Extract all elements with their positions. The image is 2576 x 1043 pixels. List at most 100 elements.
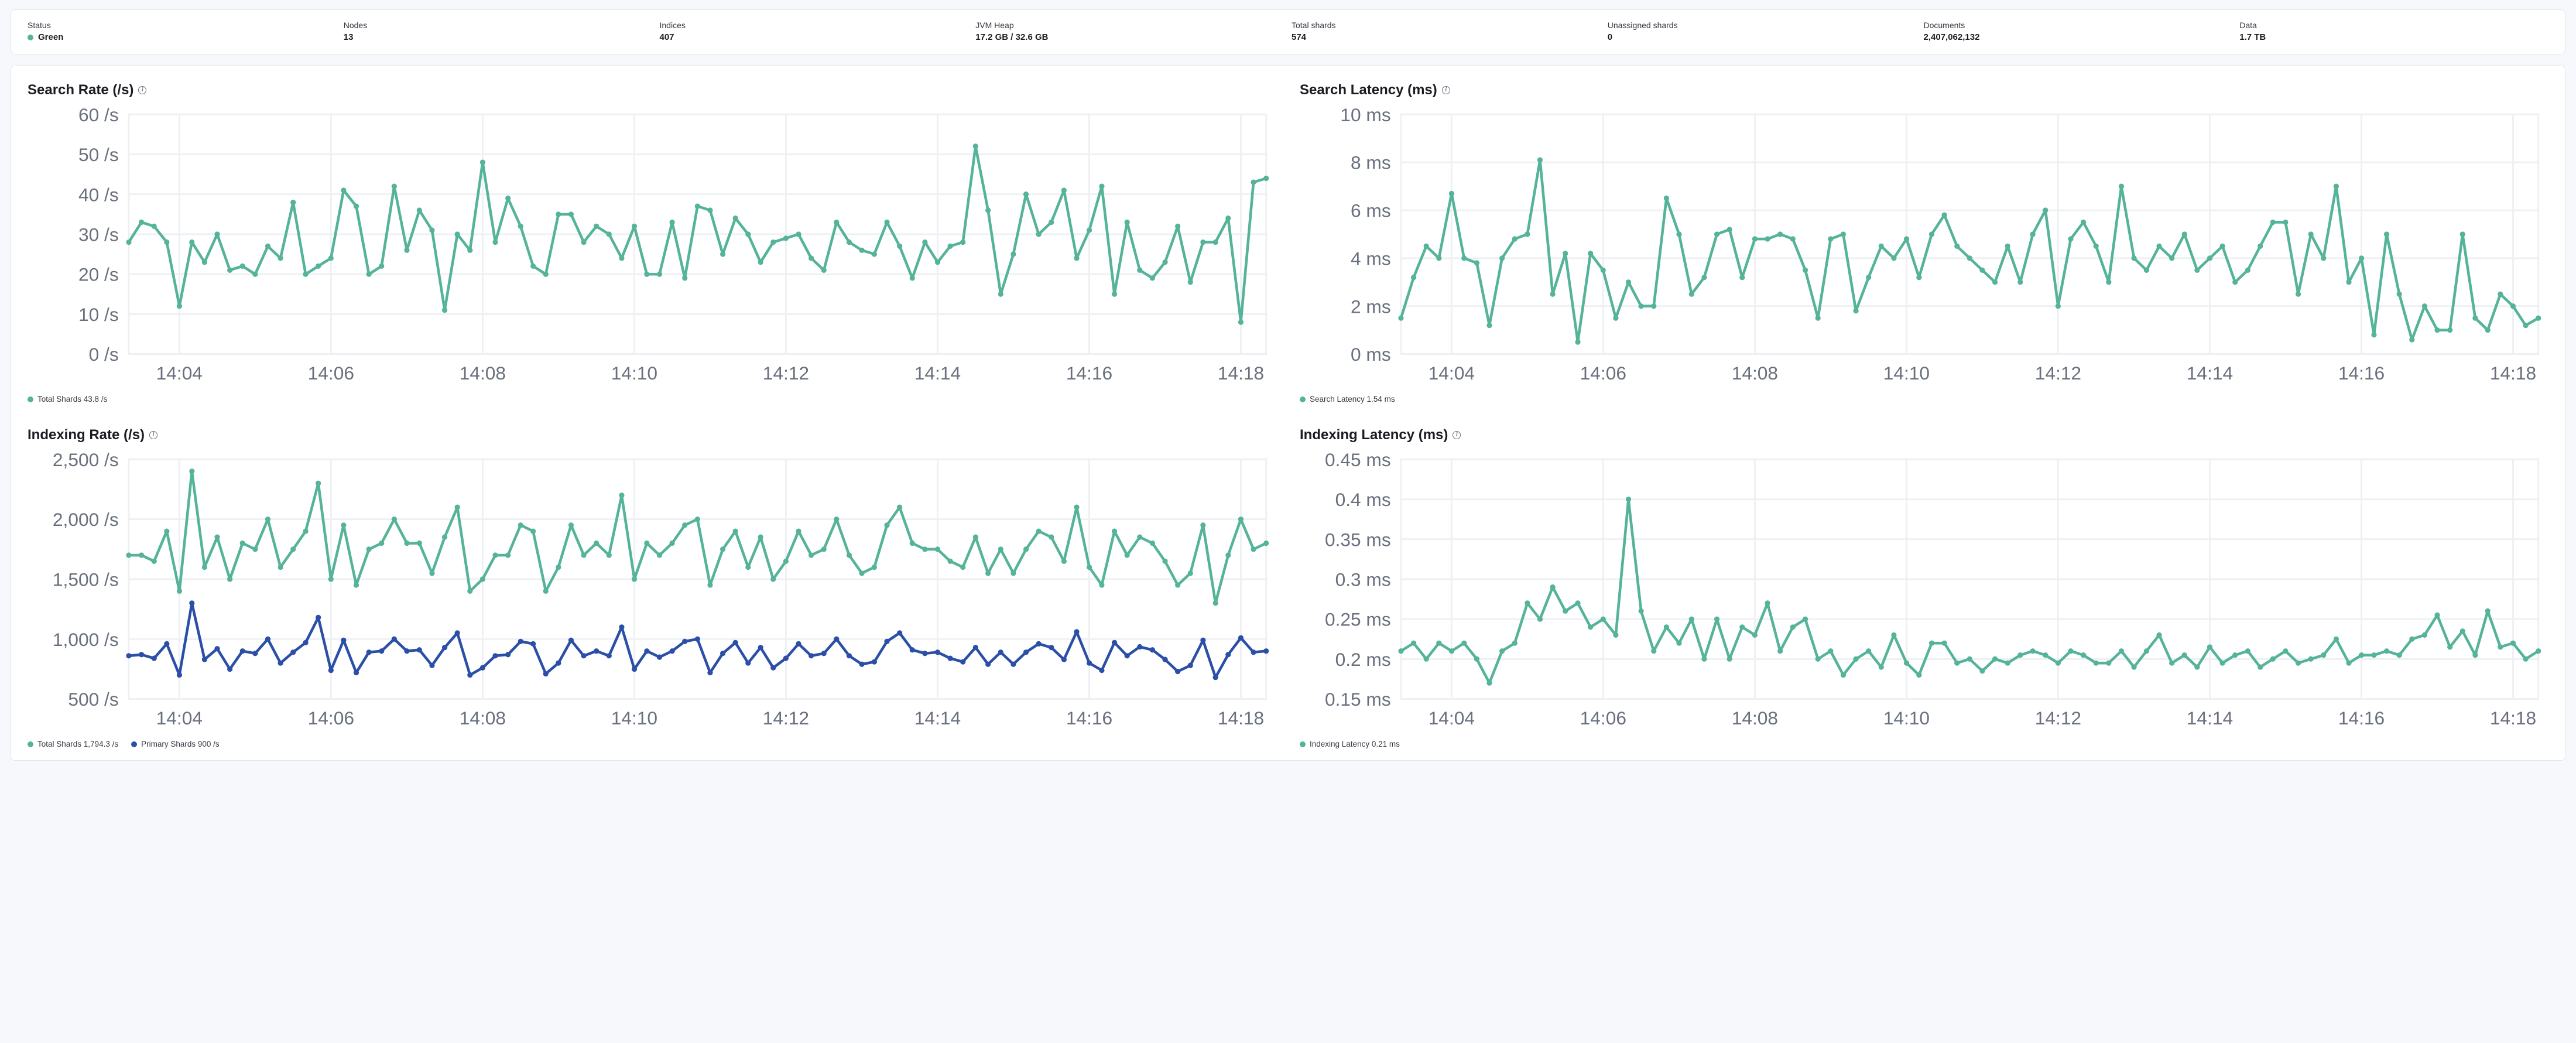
stat-label: Documents [1924,20,2233,30]
svg-text:60 /s: 60 /s [78,104,119,125]
chart-title: Search Latency (ms) [1300,82,1437,98]
chart-canvas[interactable]: 0 /s10 /s20 /s30 /s40 /s50 /s60 /s14:041… [28,104,1276,391]
svg-text:1,500 /s: 1,500 /s [53,569,119,590]
svg-text:30 /s: 30 /s [78,224,119,245]
svg-text:500 /s: 500 /s [68,689,118,710]
stat-total-shards: Total shards574 [1292,20,1601,42]
svg-text:14:04: 14:04 [156,363,203,384]
svg-text:2,500 /s: 2,500 /s [53,449,119,470]
svg-text:0.35 ms: 0.35 ms [1325,529,1391,550]
legend-label: Search Latency 1.54 ms [1310,395,1395,403]
svg-text:0 /s: 0 /s [89,344,119,365]
svg-text:6 ms: 6 ms [1351,200,1391,221]
chart-canvas[interactable]: 0.15 ms0.2 ms0.25 ms0.3 ms0.35 ms0.4 ms0… [1300,449,2548,736]
stat-nodes: Nodes 13 [344,20,653,42]
svg-text:14:06: 14:06 [1580,363,1626,384]
status-dot-icon [28,35,33,40]
charts-panel: Search Rate (/s)i0 /s10 /s20 /s30 /s40 /… [11,65,2565,761]
svg-text:0.3 ms: 0.3 ms [1335,569,1391,590]
svg-text:2 ms: 2 ms [1351,296,1391,317]
svg-text:14:06: 14:06 [308,707,354,729]
chart-canvas[interactable]: 500 /s1,000 /s1,500 /s2,000 /s2,500 /s14… [28,449,1276,736]
svg-text:14:18: 14:18 [1218,707,1264,729]
svg-text:14:16: 14:16 [1066,363,1112,384]
legend-item[interactable]: Search Latency 1.54 ms [1300,395,1395,403]
stat-status: Status Green [28,20,337,42]
svg-text:14:12: 14:12 [2035,363,2081,384]
chart-legend: Total Shards 1,794.3 /s Primary Shards 90… [28,740,1276,748]
stat-jvm-heap: JVM Heap17.2 GB / 32.6 GB [975,20,1284,42]
legend-label: Total Shards 1,794.3 /s [37,740,118,748]
stat-value: Green [28,32,337,42]
svg-text:4 ms: 4 ms [1351,248,1391,269]
stat-value: 17.2 GB / 32.6 GB [975,32,1284,42]
chart-indexing-rate: Indexing Rate (/s)i500 /s1,000 /s1,500 /… [28,427,1276,748]
info-icon[interactable]: i [1453,431,1461,439]
legend-dot-icon [1300,396,1306,402]
svg-text:14:04: 14:04 [156,707,203,729]
stat-label: Nodes [344,20,653,30]
svg-text:40 /s: 40 /s [78,184,119,205]
stat-documents: Documents2,407,062,132 [1924,20,2233,42]
stat-value: 574 [1292,32,1601,42]
svg-text:14:16: 14:16 [2338,363,2385,384]
stat-label: Data [2239,20,2548,30]
legend-label: Primary Shards 900 /s [141,740,220,748]
svg-text:14:10: 14:10 [1883,363,1930,384]
stat-unassigned-shards: Unassigned shards 0 [1608,20,1917,42]
chart-legend: Search Latency 1.54 ms [1300,395,2548,403]
svg-text:14:08: 14:08 [460,707,506,729]
chart-search-latency: Search Latency (ms)i0 ms2 ms4 ms6 ms8 ms… [1300,82,2548,403]
legend-label: Total Shards 43.8 /s [37,395,107,403]
svg-text:10 /s: 10 /s [78,304,119,325]
chart-legend: Total Shards 43.8 /s [28,395,1276,403]
stat-data: Data 1.7 TB [2239,20,2548,42]
svg-text:8 ms: 8 ms [1351,152,1391,173]
svg-text:14:14: 14:14 [914,363,961,384]
svg-text:0.2 ms: 0.2 ms [1335,649,1391,670]
svg-text:14:04: 14:04 [1429,363,1475,384]
chart-title: Search Rate (/s) [28,82,133,98]
stat-label: Status [28,20,337,30]
stats-bar: Status Green Nodes 13 Indices407 JVM Heap17.2… [11,9,2565,54]
svg-text:14:16: 14:16 [2338,707,2385,729]
svg-text:2,000 /s: 2,000 /s [53,509,119,530]
stat-label: Indices [660,20,969,30]
svg-text:14:10: 14:10 [1883,707,1930,729]
svg-text:14:04: 14:04 [1429,707,1475,729]
legend-dot-icon [1300,741,1306,747]
legend-dot-icon [28,396,33,402]
stat-indices: Indices407 [660,20,969,42]
legend-label: Indexing Latency 0.21 ms [1310,740,1400,748]
svg-text:14:08: 14:08 [1732,707,1778,729]
legend-item[interactable]: Total Shards 43.8 /s [28,395,107,403]
svg-text:14:08: 14:08 [460,363,506,384]
info-icon[interactable]: i [138,86,146,94]
stat-value: 1.7 TB [2239,32,2548,42]
svg-text:50 /s: 50 /s [78,144,119,165]
chart-canvas[interactable]: 0 ms2 ms4 ms6 ms8 ms10 ms14:0414:0614:08… [1300,104,2548,391]
stat-value: 0 [1608,32,1917,42]
info-icon[interactable]: i [1442,86,1450,94]
svg-text:14:14: 14:14 [2187,363,2233,384]
info-icon[interactable]: i [149,431,157,439]
svg-text:0.15 ms: 0.15 ms [1325,689,1391,710]
svg-text:14:08: 14:08 [1732,363,1778,384]
svg-text:14:12: 14:12 [763,707,809,729]
svg-text:14:18: 14:18 [2490,707,2536,729]
stat-label: Unassigned shards [1608,20,1917,30]
chart-search-rate: Search Rate (/s)i0 /s10 /s20 /s30 /s40 /… [28,82,1276,403]
svg-text:14:18: 14:18 [1218,363,1264,384]
chart-title: Indexing Latency (ms) [1300,427,1448,443]
svg-text:14:12: 14:12 [763,363,809,384]
legend-item[interactable]: Indexing Latency 0.21 ms [1300,740,1400,748]
svg-text:0.25 ms: 0.25 ms [1325,609,1391,630]
svg-text:14:10: 14:10 [611,363,657,384]
legend-dot-icon [131,741,137,747]
svg-text:14:10: 14:10 [611,707,657,729]
legend-item[interactable]: Primary Shards 900 /s [131,740,220,748]
legend-item[interactable]: Total Shards 1,794.3 /s [28,740,118,748]
stat-value: 13 [344,32,653,42]
svg-text:14:06: 14:06 [1580,707,1626,729]
svg-text:0.45 ms: 0.45 ms [1325,449,1391,470]
